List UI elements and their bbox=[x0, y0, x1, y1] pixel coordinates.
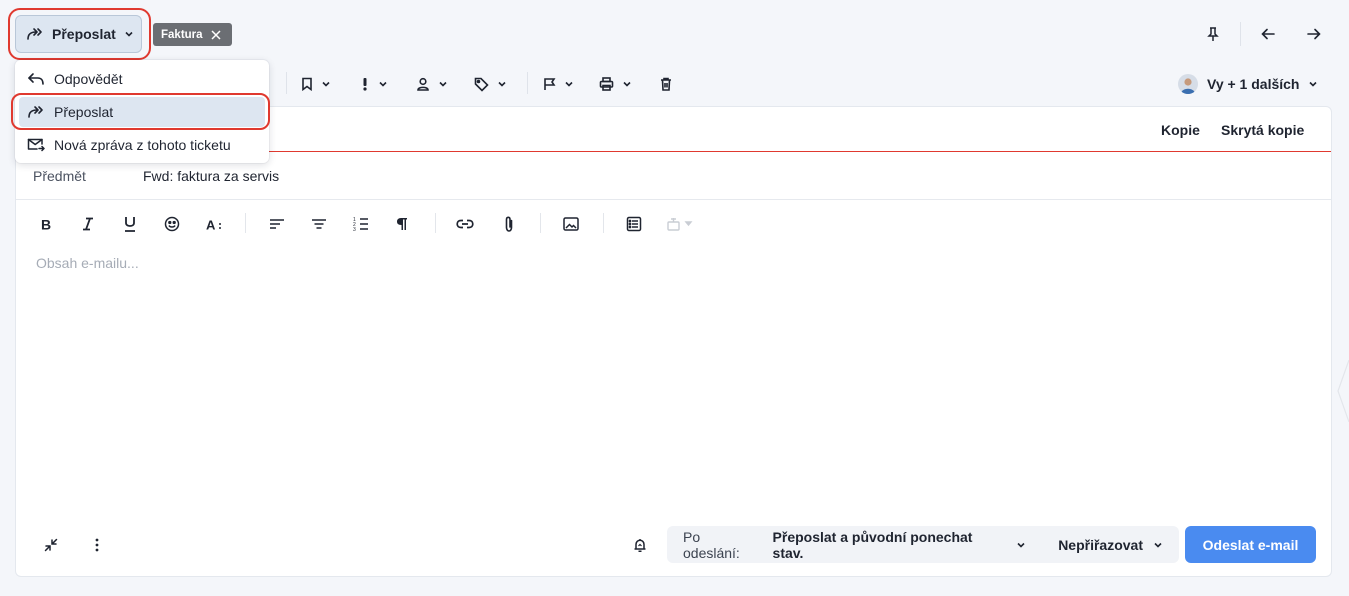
font-size-icon[interactable]: A bbox=[204, 213, 226, 235]
tag-label: Faktura bbox=[161, 28, 203, 41]
tag-dropdown[interactable] bbox=[474, 74, 507, 94]
ticket-tag: Faktura bbox=[153, 23, 232, 46]
tag-icon bbox=[474, 77, 489, 92]
underline-icon[interactable] bbox=[119, 213, 141, 235]
attachment-icon[interactable] bbox=[498, 213, 520, 235]
divider bbox=[603, 213, 604, 233]
align-left-icon[interactable] bbox=[266, 213, 288, 235]
signature-icon bbox=[665, 213, 695, 235]
send-email-button[interactable]: Odeslat e-mail bbox=[1185, 526, 1316, 563]
chevron-down-icon bbox=[1153, 540, 1163, 550]
print-dropdown[interactable] bbox=[599, 74, 632, 94]
reply-mode-dropdown-button[interactable]: Přeposlat bbox=[15, 15, 142, 53]
chevron-down-icon bbox=[438, 79, 448, 89]
pin-icon[interactable] bbox=[1203, 24, 1223, 44]
assignee-icon bbox=[416, 77, 430, 91]
chevron-down-icon bbox=[378, 79, 388, 89]
chevron-down-icon bbox=[497, 79, 507, 89]
compose-card: Kopie Skrytá kopie Předmět Fwd: faktura … bbox=[15, 106, 1332, 577]
highlight-ring-menu bbox=[11, 93, 270, 130]
bookmark-dropdown[interactable] bbox=[301, 74, 331, 94]
assignee-dropdown[interactable] bbox=[416, 74, 448, 94]
divider bbox=[286, 72, 287, 94]
ordered-list-icon[interactable]: 123 bbox=[350, 213, 372, 235]
after-send-select[interactable]: Přeposlat a původní ponechat stav. bbox=[773, 529, 1027, 561]
emoji-icon[interactable] bbox=[161, 213, 183, 235]
after-send-label: Po odeslání: bbox=[683, 528, 740, 561]
chevron-down-icon bbox=[622, 79, 632, 89]
divider bbox=[527, 72, 528, 94]
flag-icon bbox=[543, 77, 556, 91]
after-send-value: Přeposlat a původní ponechat stav. bbox=[772, 528, 973, 561]
priority-dropdown[interactable] bbox=[360, 74, 388, 94]
chevron-down-icon bbox=[1308, 79, 1318, 89]
chevron-down-icon bbox=[321, 79, 331, 89]
divider bbox=[1240, 22, 1241, 46]
link-icon[interactable] bbox=[454, 213, 476, 235]
more-options-icon[interactable] bbox=[86, 534, 108, 556]
assign-select[interactable]: Nepřiřazovat bbox=[1058, 537, 1163, 553]
delete-button[interactable] bbox=[660, 74, 672, 94]
menu-item-new-message[interactable]: Nová zpráva z tohoto ticketu bbox=[19, 130, 265, 160]
assign-value: Nepřiřazovat bbox=[1058, 536, 1143, 553]
new-mail-icon bbox=[27, 138, 45, 153]
menu-item-label: Nová zpráva z tohoto ticketu bbox=[54, 137, 231, 153]
chevron-down-icon bbox=[564, 79, 574, 89]
forward-icon bbox=[26, 27, 44, 41]
divider bbox=[435, 213, 436, 233]
subject-input[interactable]: Fwd: faktura za servis bbox=[143, 168, 279, 184]
print-icon bbox=[599, 77, 614, 91]
divider bbox=[245, 213, 246, 233]
avatar bbox=[1178, 74, 1198, 94]
participants-dropdown[interactable]: Vy + 1 dalších bbox=[1178, 72, 1318, 96]
cc-toggle[interactable]: Kopie bbox=[1161, 122, 1200, 138]
body-editor[interactable]: Obsah e-mailu... bbox=[36, 255, 139, 271]
bold-icon[interactable]: B bbox=[35, 213, 57, 235]
priority-icon bbox=[360, 77, 370, 91]
arrow-right-icon[interactable] bbox=[1304, 24, 1324, 44]
bookmark-icon bbox=[301, 77, 313, 91]
collapse-icon[interactable] bbox=[40, 534, 62, 556]
arrow-left-icon[interactable] bbox=[1258, 24, 1278, 44]
reply-mode-label: Přeposlat bbox=[52, 26, 116, 42]
italic-icon[interactable] bbox=[77, 213, 99, 235]
template-icon[interactable] bbox=[623, 213, 645, 235]
bcc-toggle[interactable]: Skrytá kopie bbox=[1221, 122, 1304, 138]
divider bbox=[540, 213, 541, 233]
tag-remove-icon[interactable] bbox=[211, 29, 221, 40]
align-center-icon[interactable] bbox=[308, 213, 330, 235]
after-send-options: Po odeslání: Přeposlat a původní ponecha… bbox=[667, 526, 1179, 563]
participants-label: Vy + 1 dalších bbox=[1207, 76, 1300, 92]
reply-icon bbox=[27, 72, 45, 86]
svg-text:A: A bbox=[206, 218, 216, 232]
flag-dropdown[interactable] bbox=[543, 74, 574, 94]
svg-text:3: 3 bbox=[353, 227, 356, 232]
notification-bell-icon[interactable] bbox=[629, 534, 651, 556]
subject-label: Předmět bbox=[33, 168, 86, 184]
image-icon[interactable] bbox=[560, 213, 582, 235]
side-panel-toggle[interactable] bbox=[1337, 360, 1349, 422]
trash-icon bbox=[660, 77, 672, 91]
svg-text:B: B bbox=[41, 217, 51, 231]
paragraph-icon[interactable] bbox=[391, 213, 413, 235]
menu-item-reply[interactable]: Odpovědět bbox=[19, 64, 265, 94]
menu-item-label: Odpovědět bbox=[54, 71, 123, 87]
chevron-down-icon bbox=[124, 29, 134, 39]
chevron-down-icon bbox=[1016, 540, 1026, 550]
